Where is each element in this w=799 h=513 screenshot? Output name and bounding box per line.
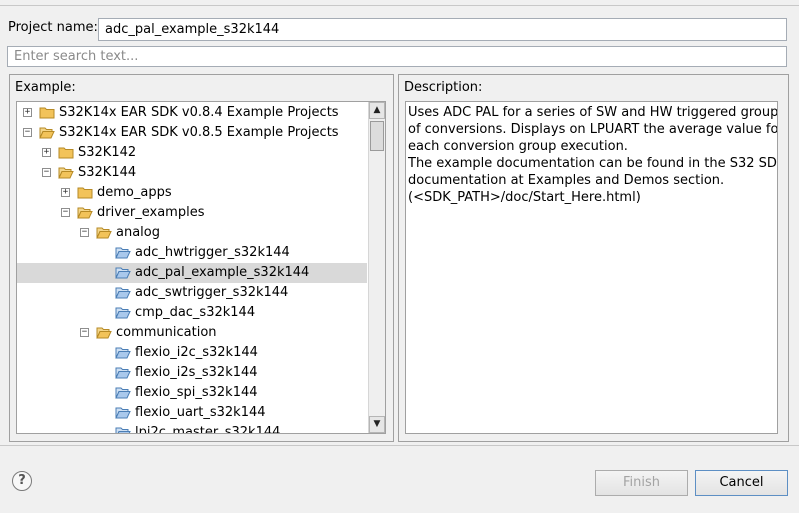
- tree-item[interactable]: adc_hwtrigger_s32k144: [17, 243, 367, 263]
- project-folder-icon: [115, 306, 131, 319]
- tree-item[interactable]: adc_swtrigger_s32k144: [17, 283, 367, 303]
- tree-item[interactable]: − communication: [17, 323, 367, 343]
- expand-icon[interactable]: +: [61, 188, 70, 197]
- top-separator: [0, 5, 799, 6]
- folder-open-icon: [96, 226, 112, 239]
- tree-item-label: cmp_dac_s32k144: [135, 305, 256, 320]
- folder-open-icon: [39, 126, 55, 139]
- help-button[interactable]: ?: [12, 471, 32, 491]
- folder-open-icon: [77, 206, 93, 219]
- cancel-button[interactable]: Cancel: [695, 470, 788, 496]
- scroll-down-button[interactable]: ▼: [369, 416, 385, 433]
- tree-item-label: adc_swtrigger_s32k144: [135, 285, 289, 300]
- description-line: documentation at Examples and Demos sect…: [408, 173, 725, 188]
- collapse-icon[interactable]: −: [80, 328, 89, 337]
- description-line: The example documentation can be found i…: [408, 156, 778, 171]
- tree-item[interactable]: flexio_spi_s32k144: [17, 383, 367, 403]
- example-tree[interactable]: + S32K14x EAR SDK v0.8.4 Example Projects…: [16, 101, 386, 434]
- description-text: Uses ADC PAL for a series of SW and HW t…: [405, 101, 778, 434]
- project-folder-icon: [115, 426, 131, 433]
- tree-item[interactable]: adc_pal_example_s32k144: [17, 263, 367, 283]
- folder-icon: [58, 146, 74, 159]
- tree-item-label: lpi2c_master_s32k144: [135, 425, 281, 434]
- tree-item[interactable]: − S32K14x EAR SDK v0.8.5 Example Projects: [17, 123, 367, 143]
- tree-item-label: demo_apps: [97, 185, 172, 200]
- tree-item[interactable]: flexio_i2c_s32k144: [17, 343, 367, 363]
- arrow-up-icon: ▲: [373, 105, 381, 115]
- tree-item-label: S32K14x EAR SDK v0.8.4 Example Projects: [59, 105, 339, 120]
- folder-open-icon: [96, 326, 112, 339]
- tree-item[interactable]: − analog: [17, 223, 367, 243]
- project-folder-icon: [115, 266, 131, 279]
- collapse-icon[interactable]: −: [61, 208, 70, 217]
- scroll-up-button[interactable]: ▲: [369, 102, 385, 119]
- tree-item-label: analog: [116, 225, 160, 240]
- tree-item[interactable]: flexio_i2s_s32k144: [17, 363, 367, 383]
- tree-item-label: communication: [116, 325, 217, 340]
- description-panel-title: Description:: [404, 80, 483, 95]
- description-line: of conversions. Displays on LPUART the a…: [408, 122, 778, 137]
- tree-item-label: flexio_uart_s32k144: [135, 405, 266, 420]
- tree-item-label: flexio_i2s_s32k144: [135, 365, 258, 380]
- example-panel-title: Example:: [15, 80, 76, 95]
- tree-item[interactable]: + S32K142: [17, 143, 367, 163]
- tree-item[interactable]: + S32K14x EAR SDK v0.8.4 Example Projects: [17, 103, 367, 123]
- collapse-icon[interactable]: −: [42, 168, 51, 177]
- project-name-input[interactable]: [98, 18, 787, 41]
- example-panel: Example: + S32K14x EAR SDK v0.8.4 Example…: [9, 74, 394, 442]
- tree-item-label: driver_examples: [97, 205, 205, 220]
- tree-item[interactable]: − driver_examples: [17, 203, 367, 223]
- tree-item-label: S32K144: [78, 165, 137, 180]
- folder-icon: [77, 186, 93, 199]
- description-panel: Description: Uses ADC PAL for a series o…: [398, 74, 789, 442]
- tree-item[interactable]: + demo_apps: [17, 183, 367, 203]
- description-line: each conversion group execution.: [408, 139, 628, 154]
- project-folder-icon: [115, 286, 131, 299]
- collapse-icon[interactable]: −: [23, 128, 32, 137]
- tree-item-label: adc_hwtrigger_s32k144: [135, 245, 290, 260]
- tree-item-label: S32K142: [78, 145, 137, 160]
- project-folder-icon: [115, 366, 131, 379]
- tree-item-label: adc_pal_example_s32k144: [135, 265, 310, 280]
- help-icon: ?: [18, 473, 26, 488]
- tree-item-label: flexio_spi_s32k144: [135, 385, 258, 400]
- finish-button[interactable]: Finish: [595, 470, 688, 496]
- project-folder-icon: [115, 386, 131, 399]
- footer-separator: [0, 445, 799, 446]
- search-input[interactable]: [7, 46, 787, 67]
- project-folder-icon: [115, 406, 131, 419]
- collapse-icon[interactable]: −: [80, 228, 89, 237]
- project-name-label: Project name:: [8, 20, 98, 35]
- expand-icon[interactable]: +: [42, 148, 51, 157]
- tree-item-label: flexio_i2c_s32k144: [135, 345, 258, 360]
- description-line: (<SDK_PATH>/doc/Start_Here.html): [408, 190, 641, 205]
- scroll-thumb[interactable]: [370, 121, 384, 151]
- project-folder-icon: [115, 346, 131, 359]
- tree-item[interactable]: cmp_dac_s32k144: [17, 303, 367, 323]
- tree-item-label: S32K14x EAR SDK v0.8.5 Example Projects: [59, 125, 339, 140]
- tree-item[interactable]: − S32K144: [17, 163, 367, 183]
- description-line: Uses ADC PAL for a series of SW and HW t…: [408, 105, 778, 120]
- tree-scrollbar[interactable]: ▲ ▼: [368, 102, 385, 433]
- arrow-down-icon: ▼: [373, 419, 381, 429]
- folder-icon: [39, 106, 55, 119]
- tree-item[interactable]: lpi2c_master_s32k144: [17, 423, 367, 434]
- expand-icon[interactable]: +: [23, 108, 32, 117]
- project-folder-icon: [115, 246, 131, 259]
- folder-open-icon: [58, 166, 74, 179]
- tree-item[interactable]: flexio_uart_s32k144: [17, 403, 367, 423]
